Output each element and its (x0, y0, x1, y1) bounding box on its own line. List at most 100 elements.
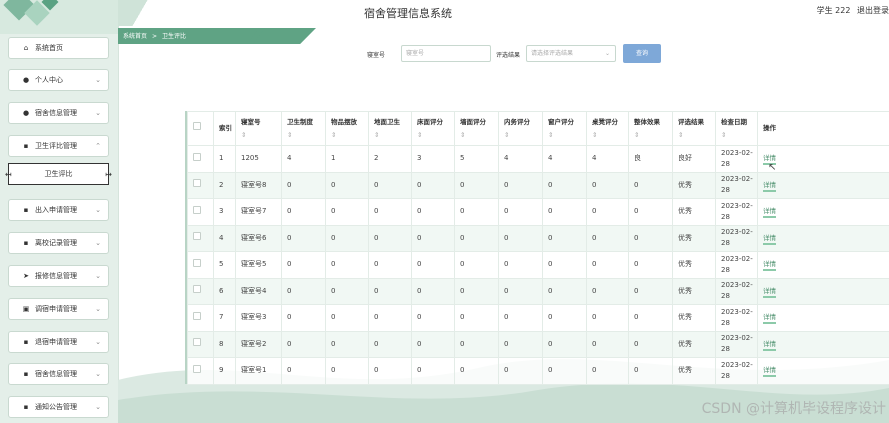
detail-link[interactable]: 详情 (763, 207, 776, 219)
detail-link[interactable]: 详情 (763, 260, 776, 272)
column-header[interactable]: 寝室号 ⇕ (235, 111, 282, 146)
detail-link[interactable]: 详情 (763, 313, 776, 325)
sidebar-item[interactable]: ▪ 宿舍信息管理 ⌄ (8, 363, 109, 385)
sidebar-item[interactable]: ● 个人中心 ⌄ (8, 69, 109, 91)
column-header[interactable]: 床面评分 ⇕ (411, 111, 455, 146)
row-checkbox[interactable] (193, 152, 201, 161)
column-header-label: 物品摆放 (331, 117, 357, 126)
table-cell: 0 (325, 171, 369, 199)
table-cell: 优秀 (672, 357, 716, 385)
table-cell: 0 (628, 304, 673, 332)
sidebar-item[interactable]: ▣ 调宿申请管理 ⌄ (8, 298, 109, 320)
row-checkbox[interactable] (193, 179, 201, 188)
table-cell: 2023-02-28 (715, 251, 758, 279)
user-label: 学生 222 (816, 6, 851, 15)
table-cell: 0 (411, 357, 455, 385)
sidebar-item[interactable]: ▪ 出入申请管理 ⌄ (8, 199, 109, 221)
grid-icon: ▪ (23, 370, 29, 378)
detail-link[interactable]: 详情 (763, 233, 776, 245)
sidebar-item[interactable]: ⌂ 系统首页 (8, 37, 109, 59)
column-header[interactable]: 物品摆放 ⇕ (325, 111, 369, 146)
table-cell: 0 (628, 171, 673, 199)
grid-icon: ▪ (23, 206, 29, 214)
sort-icon[interactable]: ⇕ (417, 131, 422, 139)
table-cell: 寝室号7 (235, 198, 282, 226)
column-header[interactable]: 评选结果 ⇕ (672, 111, 716, 146)
table-cell: 0 (542, 171, 587, 199)
table-cell: 9 (213, 357, 236, 385)
breadcrumb-home[interactable]: 系统首页 (123, 33, 147, 40)
table-cell: 0 (368, 198, 412, 226)
grid-icon: ▪ (23, 142, 29, 150)
watermark: CSDN @计算机毕设程序设计 (701, 401, 886, 417)
column-header[interactable]: 检查日期 ⇕ (715, 111, 758, 146)
detail-link[interactable]: 详情 (763, 286, 776, 298)
row-checkbox[interactable] (193, 232, 201, 241)
detail-link[interactable]: 详情 (763, 339, 776, 351)
sort-icon[interactable]: ⇕ (678, 131, 683, 139)
row-checkbox[interactable] (193, 285, 201, 294)
sort-icon[interactable]: ⇕ (504, 131, 509, 139)
table-cell: 1 (213, 145, 236, 173)
sort-icon[interactable]: ⇕ (241, 131, 246, 139)
dorm-input[interactable]: 寝室号 (401, 45, 491, 62)
result-select[interactable]: 请选择评选结果 ⌄ (526, 45, 616, 62)
sort-icon[interactable]: ⇕ (592, 131, 597, 139)
table-cell: 0 (628, 198, 673, 226)
resize-right-icon: ↦ (105, 170, 112, 179)
table-cell: 4 (542, 145, 587, 173)
column-header[interactable]: 内务评分 ⇕ (498, 111, 543, 146)
search-button[interactable]: 查询 (623, 44, 661, 63)
sidebar-item[interactable]: ▪ 退宿申请管理 ⌄ (8, 331, 109, 353)
table-cell: 0 (498, 198, 543, 226)
column-header[interactable]: 窗户评分 ⇕ (542, 111, 587, 146)
sort-icon[interactable]: ⇕ (460, 131, 465, 139)
sort-icon[interactable]: ⇕ (331, 131, 336, 139)
chevron-down-icon: ⌄ (95, 370, 101, 378)
row-checkbox[interactable] (193, 338, 201, 347)
sort-icon[interactable]: ⇕ (721, 131, 726, 139)
column-header-label: 检查日期 (721, 117, 747, 126)
action-cell: 详情 (757, 145, 889, 173)
sidebar-subitem-hygiene[interactable]: ↤ 卫生评比 ↦ (5, 163, 112, 185)
table-cell: 2023-02-28 (715, 357, 758, 385)
select-all-checkbox[interactable] (193, 122, 201, 130)
chevron-down-icon: ⌄ (95, 272, 101, 280)
app-title: 宿舍管理信息系统 (364, 7, 452, 20)
column-header-label: 墙面评分 (460, 117, 486, 126)
row-checkbox[interactable] (193, 311, 201, 320)
mouse-cursor-icon: ↖ (768, 162, 777, 173)
table-cell: 1 (325, 145, 369, 173)
column-header[interactable]: 卫生制度 ⇕ (281, 111, 326, 146)
sidebar-item[interactable]: ▪ 离校记录管理 ⌄ (8, 232, 109, 254)
row-select-cell (187, 198, 214, 226)
column-header[interactable]: 整体效果 ⇕ (628, 111, 673, 146)
sort-icon[interactable]: ⇕ (374, 131, 379, 139)
table-cell: 2023-02-28 (715, 224, 758, 252)
detail-link[interactable]: 详情 (763, 180, 776, 192)
action-cell: 详情 (757, 330, 889, 358)
sidebar-item[interactable]: ● 宿舍信息管理 ⌄ (8, 102, 109, 124)
table-cell: 1205 (235, 145, 282, 173)
table-cell: 0 (325, 330, 369, 358)
row-checkbox[interactable] (193, 364, 201, 373)
sidebar-item-label: 报修信息管理 (35, 272, 77, 280)
detail-link[interactable]: 详情 (763, 366, 776, 378)
sidebar-item[interactable]: ▪ 通知公告管理 ⌄ (8, 396, 109, 418)
column-header[interactable]: 墙面评分 ⇕ (454, 111, 499, 146)
sort-icon[interactable]: ⇕ (548, 131, 553, 139)
sidebar-item[interactable]: ➤ 报修信息管理 ⌄ (8, 265, 109, 287)
table-cell: 0 (628, 277, 673, 305)
row-checkbox[interactable] (193, 258, 201, 267)
sort-icon[interactable]: ⇕ (634, 131, 639, 139)
column-header[interactable]: 地面卫生 ⇕ (368, 111, 412, 146)
table-cell: 优秀 (672, 171, 716, 199)
row-checkbox[interactable] (193, 205, 201, 214)
logout-link[interactable]: 退出登录 (857, 6, 889, 15)
table-cell: 0 (325, 304, 369, 332)
sort-icon[interactable]: ⇕ (287, 131, 292, 139)
sidebar-item[interactable]: ▪ 卫生评比管理 ⌃ (8, 135, 109, 157)
table-cell: 5 (213, 251, 236, 279)
column-header-label: 评选结果 (678, 117, 704, 126)
column-header[interactable]: 桌凳评分 ⇕ (586, 111, 629, 146)
